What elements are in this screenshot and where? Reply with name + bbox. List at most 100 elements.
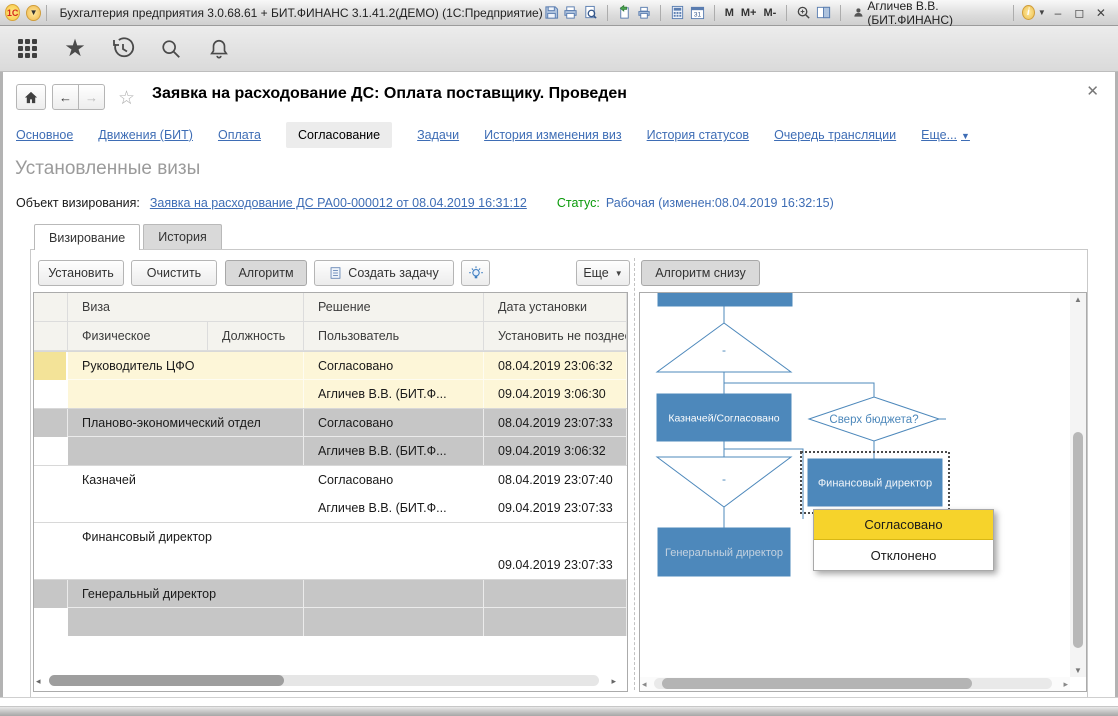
main-menu-dropdown-icon[interactable]: ▼: [26, 5, 40, 21]
favorites-star-icon[interactable]: ★: [62, 36, 88, 62]
zoom-icon[interactable]: [795, 4, 812, 22]
scroll-left-arrow-icon[interactable]: ◂: [36, 676, 41, 687]
tab-visas[interactable]: Визирование: [34, 224, 140, 250]
scroll-right-arrow-icon[interactable]: ▸: [1063, 679, 1068, 690]
nav-main[interactable]: Основное: [16, 128, 73, 142]
cell-date[interactable]: [484, 580, 627, 608]
cell-decision[interactable]: Согласовано: [304, 466, 484, 494]
table-row[interactable]: Генеральный директор: [34, 579, 627, 636]
table-row[interactable]: Финансовый директор 09.04.2019 23:07:33: [34, 522, 627, 579]
cell-date[interactable]: 08.04.2019 23:06:32: [484, 352, 627, 380]
info-icon[interactable]: i: [1022, 5, 1035, 20]
table-row[interactable]: Планово-экономический отдел Согласовано …: [34, 408, 627, 465]
panel-splitter[interactable]: [634, 258, 635, 690]
cell-visa[interactable]: Планово-экономический отдел: [68, 409, 304, 437]
flow-gen-director-label[interactable]: Генеральный директор: [665, 547, 783, 559]
nav-movements-bit[interactable]: Движения (БИТ): [98, 128, 193, 142]
nav-payment[interactable]: Оплата: [218, 128, 261, 142]
cell-empty[interactable]: [68, 380, 304, 408]
nav-status-history[interactable]: История статусов: [647, 128, 749, 142]
flow-treasurer-label[interactable]: Казначей/Согласовано: [668, 413, 779, 425]
forward-button[interactable]: →: [78, 84, 105, 110]
memory-store-button[interactable]: M: [723, 7, 736, 19]
cell-visa[interactable]: Руководитель ЦФО: [68, 352, 304, 380]
nav-approval[interactable]: Согласование: [286, 122, 392, 148]
flowchart-vertical-scrollbar[interactable]: ▲ ▼: [1070, 293, 1086, 677]
send-document-icon[interactable]: [616, 4, 633, 22]
nav-visa-history[interactable]: История изменения виз: [484, 128, 622, 142]
approval-flowchart-panel[interactable]: - Казначей/Согласовано Сверх бюджета? - …: [639, 292, 1087, 692]
save-icon[interactable]: [543, 4, 560, 22]
current-user[interactable]: Агличев В.В. (БИТ.ФИНАНС): [849, 0, 1006, 27]
calculator-icon[interactable]: [669, 4, 686, 22]
tab-history[interactable]: История: [143, 224, 221, 249]
cell-decision[interactable]: [304, 580, 484, 608]
cell-empty[interactable]: [68, 437, 304, 465]
cell-visa[interactable]: Казначей: [68, 466, 304, 494]
header-user[interactable]: Пользователь: [304, 322, 484, 351]
cell-empty[interactable]: [68, 551, 304, 579]
history-icon[interactable]: [110, 36, 136, 62]
algorithm-bottom-button[interactable]: Алгоритм снизу: [641, 260, 760, 286]
hint-bulb-button[interactable]: [461, 260, 490, 286]
scrollbar-thumb[interactable]: [49, 675, 284, 686]
page-close-button[interactable]: ✕: [1086, 82, 1099, 100]
table-horizontal-scrollbar[interactable]: ◂ ▸: [36, 675, 621, 687]
favorite-star-icon[interactable]: ☆: [118, 87, 135, 110]
cell-user[interactable]: [304, 551, 484, 579]
set-visa-button[interactable]: Установить: [38, 260, 124, 286]
calendar-icon[interactable]: 31: [689, 4, 706, 22]
scrollbar-thumb[interactable]: [1073, 432, 1083, 648]
scrollbar-thumb[interactable]: [662, 678, 972, 689]
nav-tasks[interactable]: Задачи: [417, 128, 459, 142]
cell-deadline[interactable]: 09.04.2019 3:06:32: [484, 437, 627, 465]
cell-deadline[interactable]: 09.04.2019 23:07:33: [484, 494, 627, 522]
cell-visa[interactable]: Генеральный директор: [68, 580, 304, 608]
clear-visa-button[interactable]: Очистить: [131, 260, 217, 286]
table-row[interactable]: Руководитель ЦФО Согласовано 08.04.2019 …: [34, 351, 627, 408]
cell-date[interactable]: 08.04.2019 23:07:33: [484, 409, 627, 437]
more-button[interactable]: Еще▼: [576, 260, 630, 286]
cell-deadline[interactable]: 09.04.2019 23:07:33: [484, 551, 627, 579]
header-person[interactable]: Физическое: [68, 322, 208, 351]
search-icon[interactable]: [158, 36, 184, 62]
scroll-down-arrow-icon[interactable]: ▼: [1074, 666, 1082, 675]
cell-user[interactable]: [304, 608, 484, 636]
maximize-button[interactable]: ◻: [1070, 4, 1088, 22]
object-link[interactable]: Заявка на расходование ДС РА00-000012 от…: [150, 196, 527, 210]
algorithm-button[interactable]: Алгоритм: [225, 260, 307, 286]
apps-menu-icon[interactable]: [14, 36, 40, 62]
cell-deadline[interactable]: 09.04.2019 3:06:30: [484, 380, 627, 408]
scroll-up-arrow-icon[interactable]: ▲: [1074, 295, 1082, 304]
print-document-icon[interactable]: [636, 4, 653, 22]
print-preview-icon[interactable]: [582, 4, 599, 22]
cell-empty[interactable]: [68, 494, 304, 522]
scroll-right-arrow-icon[interactable]: ▸: [611, 676, 616, 687]
menu-item-approved[interactable]: Согласовано: [814, 510, 993, 540]
menu-item-declined[interactable]: Отклонено: [814, 540, 993, 570]
memory-subtract-button[interactable]: M-: [761, 7, 778, 19]
scroll-left-arrow-icon[interactable]: ◂: [642, 679, 647, 690]
header-date-set[interactable]: Дата установки: [484, 293, 627, 322]
header-decision[interactable]: Решение: [304, 293, 484, 322]
nav-more[interactable]: Еще...▼: [921, 128, 970, 142]
cell-date[interactable]: 08.04.2019 23:07:40: [484, 466, 627, 494]
table-row[interactable]: Казначей Согласовано 08.04.2019 23:07:40…: [34, 465, 627, 522]
window-close-button[interactable]: ✕: [1092, 4, 1110, 22]
split-view-icon[interactable]: [815, 4, 832, 22]
cell-empty[interactable]: [68, 608, 304, 636]
home-button[interactable]: [16, 84, 46, 110]
header-deadline[interactable]: Установить не позднее: [484, 322, 627, 351]
create-task-button[interactable]: Создать задачу: [314, 260, 454, 286]
cell-deadline[interactable]: [484, 608, 627, 636]
flow-over-budget-label[interactable]: Сверх бюджета?: [829, 414, 918, 426]
cell-decision[interactable]: Согласовано: [304, 352, 484, 380]
dropdown-caret-icon[interactable]: ▼: [1038, 8, 1046, 17]
cell-date[interactable]: [484, 523, 627, 551]
header-position[interactable]: Должность: [208, 322, 304, 351]
header-visa[interactable]: Виза: [68, 293, 304, 322]
cell-user[interactable]: Агличев В.В. (БИТ.Ф...: [304, 437, 484, 465]
nav-translation-queue[interactable]: Очередь трансляции: [774, 128, 896, 142]
cell-decision[interactable]: [304, 523, 484, 551]
cell-user[interactable]: Агличев В.В. (БИТ.Ф...: [304, 380, 484, 408]
